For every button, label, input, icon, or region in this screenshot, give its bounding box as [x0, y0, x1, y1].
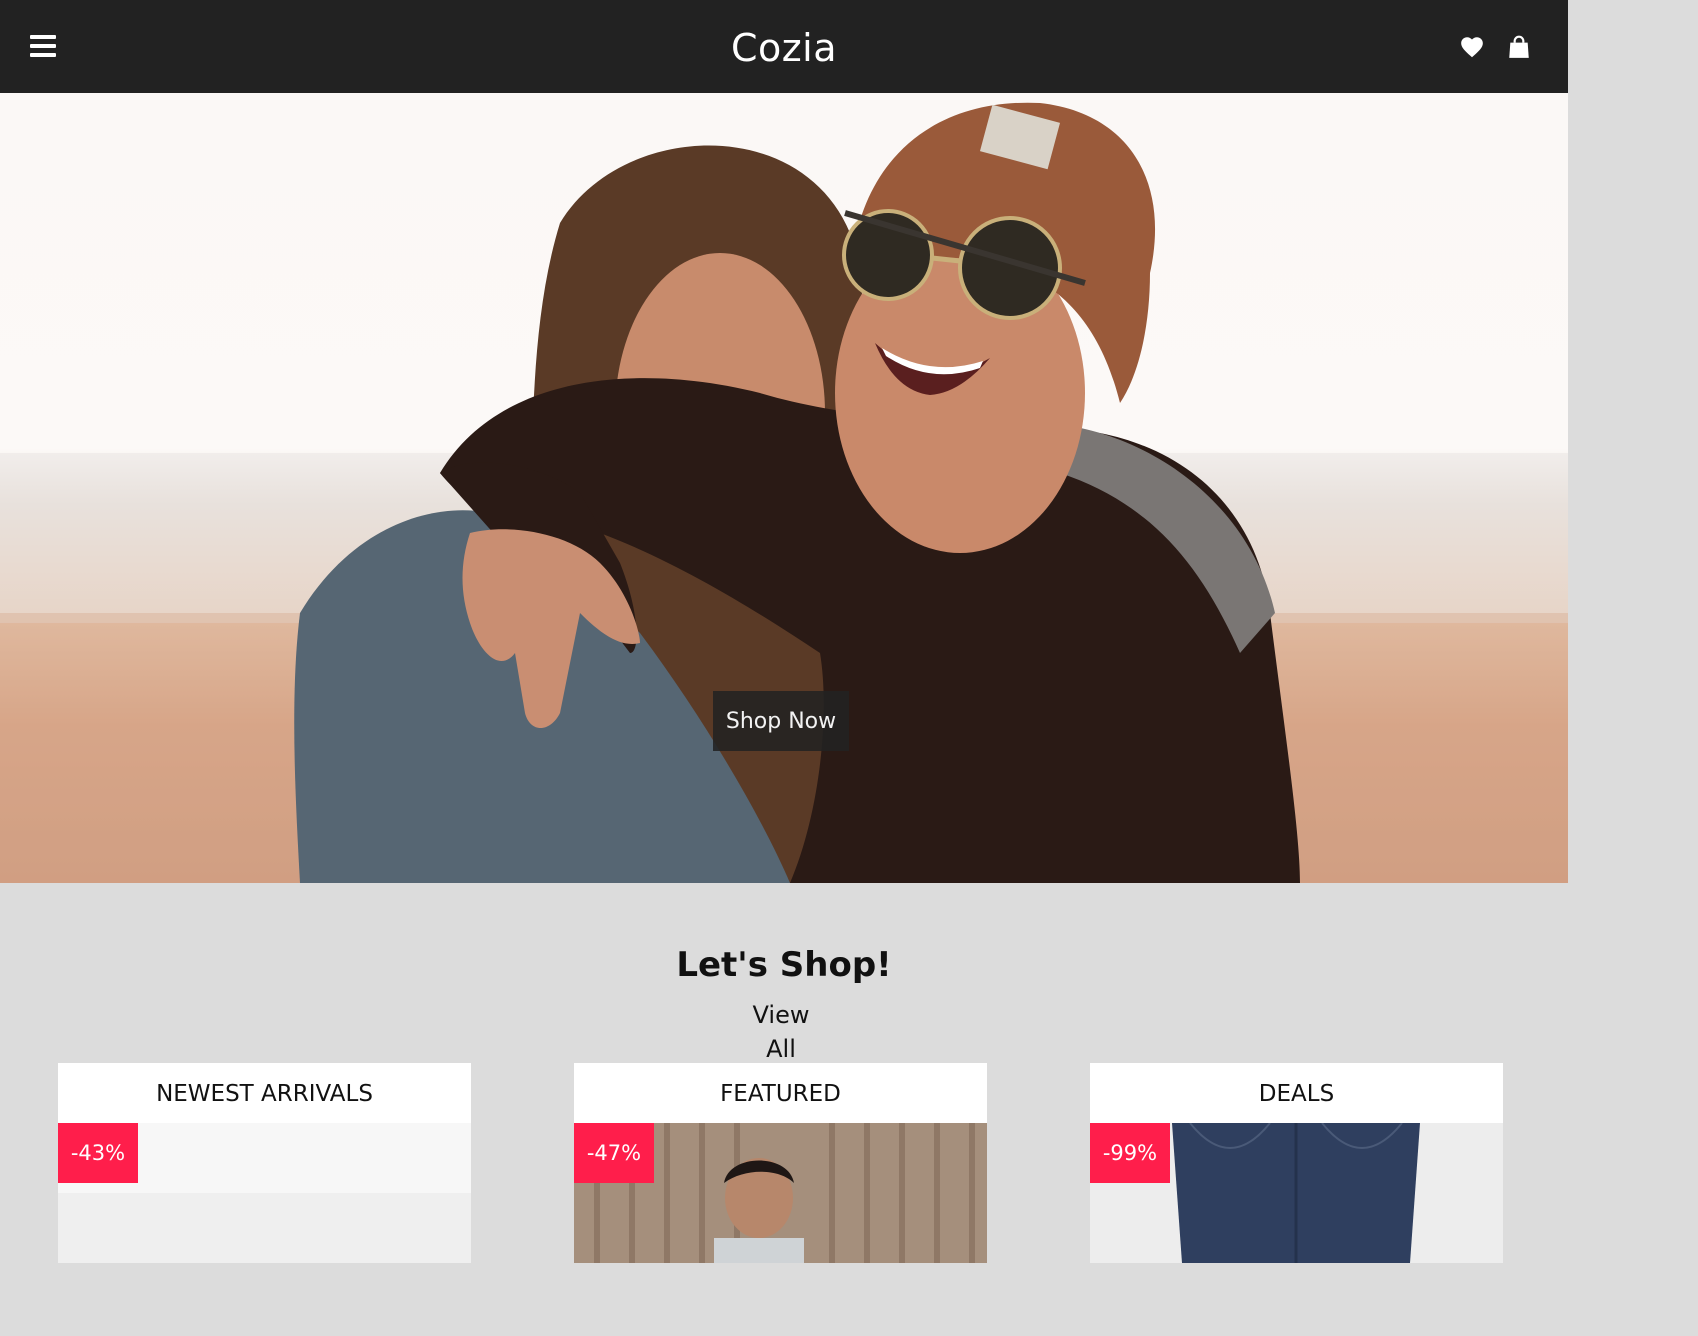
card-title: FEATURED	[574, 1063, 987, 1123]
top-navigation-bar: Cozia	[0, 0, 1568, 93]
hero-photo	[0, 102, 1568, 883]
hero-banner: Shop Now	[0, 93, 1568, 883]
card-title: DEALS	[1090, 1063, 1503, 1123]
discount-badge: -47%	[574, 1123, 654, 1183]
view-all-link[interactable]: View All	[736, 998, 826, 1068]
category-card-newest-arrivals[interactable]: NEWEST ARRIVALS -43%	[58, 1063, 471, 1263]
category-card-deals[interactable]: DEALS -99%	[1090, 1063, 1503, 1263]
section-title: Let's Shop!	[676, 945, 892, 985]
discount-badge: -43%	[58, 1123, 138, 1183]
shopping-bag-icon[interactable]	[1506, 34, 1532, 60]
shop-now-button[interactable]: Shop Now	[713, 691, 849, 751]
card-title: NEWEST ARRIVALS	[58, 1063, 471, 1123]
category-card-featured[interactable]: FEATURED -47%	[574, 1063, 987, 1263]
brand-logo[interactable]: Cozia	[0, 24, 1568, 72]
heart-icon[interactable]	[1459, 34, 1485, 60]
discount-badge: -99%	[1090, 1123, 1170, 1183]
